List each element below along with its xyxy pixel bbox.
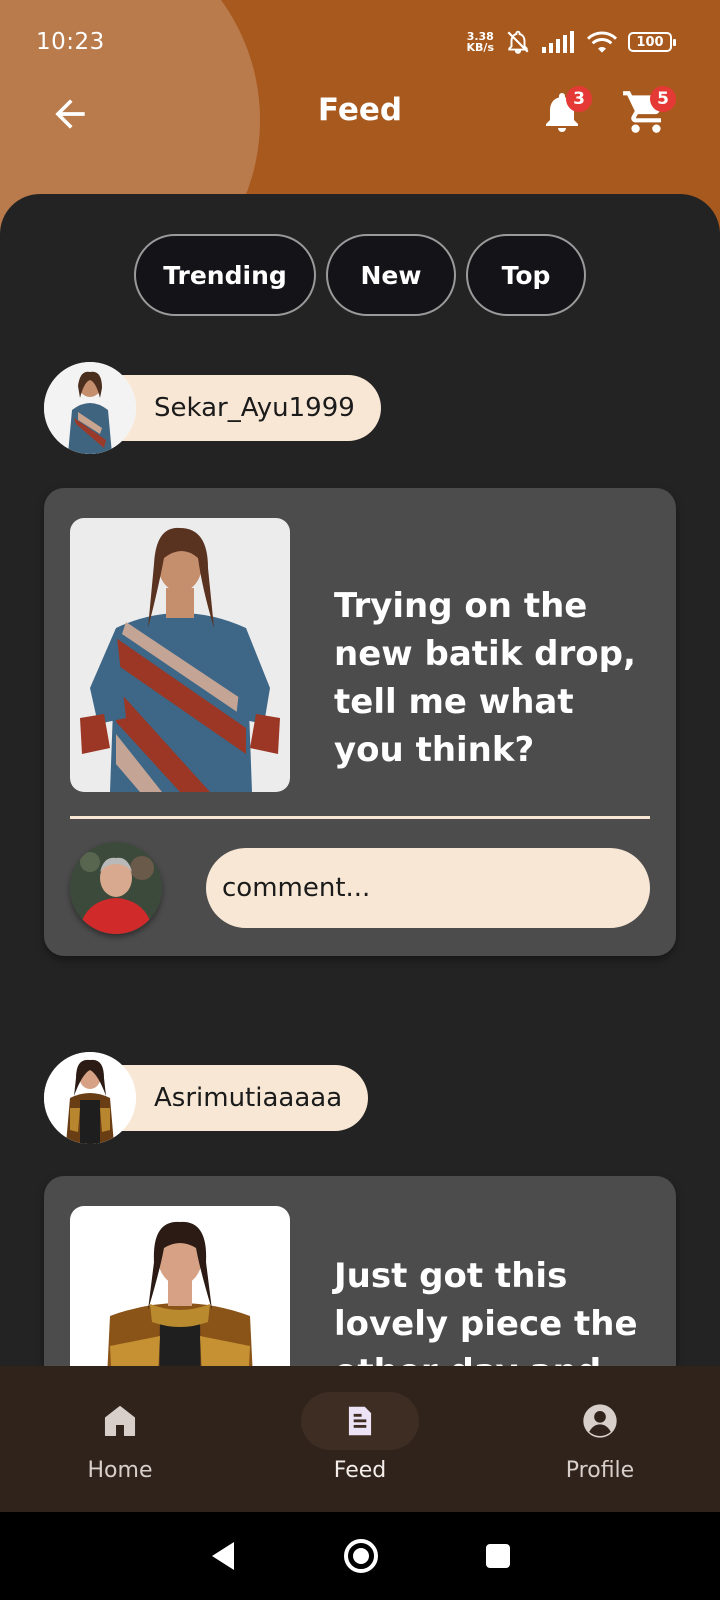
nav-label: Profile: [565, 1458, 635, 1483]
article-icon: [348, 1406, 372, 1436]
avatar[interactable]: [44, 1052, 136, 1144]
post-card[interactable]: Just got this lovely piece the other day…: [44, 1176, 676, 1366]
status-time: 10:23: [36, 29, 105, 55]
network-speed-unit: KB/s: [466, 41, 494, 54]
tab-new[interactable]: New: [326, 234, 456, 316]
post-caption: Trying on the new batik drop, tell me wh…: [334, 586, 636, 770]
status-icons: 3.38 KB/s 100: [467, 29, 676, 55]
post-author-chip[interactable]: Sekar_Ayu1999: [44, 362, 381, 454]
tab-top[interactable]: Top: [466, 234, 586, 316]
nav-icon-container: [541, 1392, 659, 1450]
bottom-navigation: Home Feed Profile: [0, 1366, 720, 1512]
muted-bell-icon: [507, 30, 529, 54]
cart-badge: 5: [650, 86, 676, 112]
nav-item-home[interactable]: Home: [0, 1366, 240, 1512]
avatar[interactable]: [44, 362, 136, 454]
post-image[interactable]: [70, 1206, 290, 1366]
account-circle-icon: [583, 1404, 617, 1438]
battery-indicator: 100: [628, 32, 676, 52]
app-bar: Feed 3 5: [0, 78, 720, 150]
username[interactable]: Sekar_Ayu1999: [114, 375, 381, 441]
nav-item-feed[interactable]: Feed: [240, 1366, 480, 1512]
post-card[interactable]: Trying on the new batik drop, tell me wh…: [44, 488, 676, 956]
nav-label: Home: [87, 1458, 153, 1483]
commenter-photo: [70, 842, 162, 934]
avatar[interactable]: [70, 842, 162, 934]
batik-blouse-photo: [70, 518, 290, 792]
status-bar: 10:23 3.38 KB/s 100: [36, 24, 676, 60]
filter-tabs: Trending New Top: [0, 234, 720, 316]
system-home-icon[interactable]: [342, 1537, 380, 1575]
user-photo: [44, 362, 136, 454]
post-caption: Just got this lovely piece the other day…: [334, 1256, 638, 1366]
system-back-icon[interactable]: [208, 1540, 238, 1572]
notification-badge: 3: [566, 86, 592, 112]
comment-input[interactable]: [206, 848, 650, 928]
page-title: Feed: [317, 92, 403, 128]
notifications-button[interactable]: 3: [534, 84, 592, 140]
post-image[interactable]: [70, 518, 290, 792]
user-photo: [44, 1052, 136, 1144]
system-navigation-bar: [0, 1512, 720, 1600]
cart-button[interactable]: 5: [618, 84, 676, 140]
nav-label: Feed: [333, 1458, 387, 1483]
batik-jacket-photo: [70, 1206, 290, 1366]
nav-icon-container: [61, 1392, 179, 1450]
username[interactable]: Asrimutiaaaaa: [114, 1065, 369, 1131]
nav-icon-container: [301, 1392, 419, 1450]
post-author-chip[interactable]: Asrimutiaaaaa: [44, 1052, 369, 1144]
tab-trending[interactable]: Trending: [134, 234, 316, 316]
wifi-icon: [586, 31, 618, 53]
divider: [70, 816, 650, 819]
system-recents-icon[interactable]: [484, 1542, 512, 1570]
home-icon: [104, 1405, 136, 1437]
network-speed: 3.38 KB/s: [467, 31, 494, 53]
nav-item-profile[interactable]: Profile: [480, 1366, 720, 1512]
feed-content[interactable]: Trending New Top Sekar_Ayu1999 Trying on…: [0, 194, 720, 1366]
signal-icon: [542, 31, 574, 53]
